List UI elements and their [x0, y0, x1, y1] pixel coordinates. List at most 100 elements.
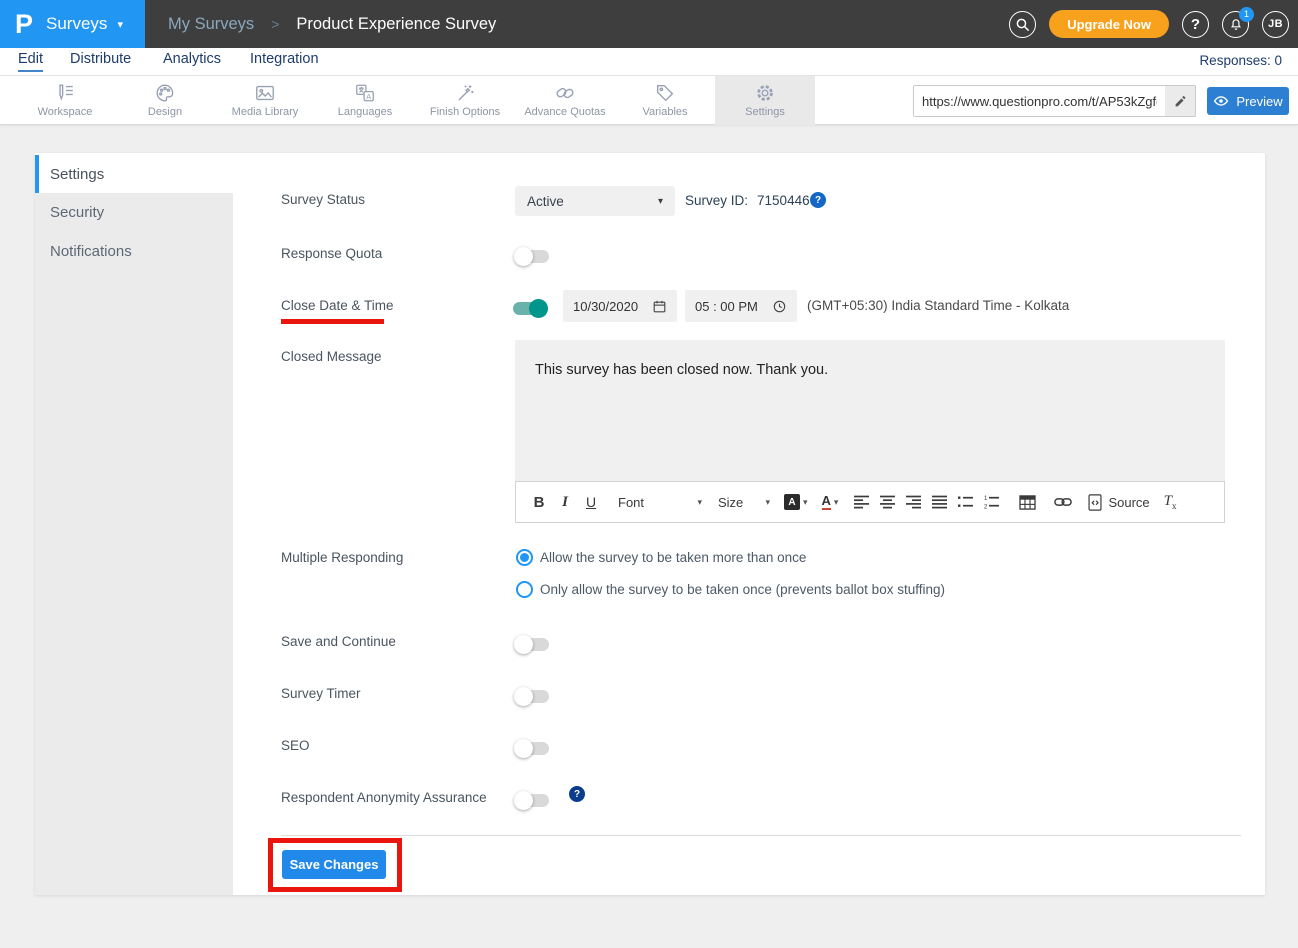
edit-url-button[interactable]: [1165, 86, 1195, 116]
survey-url-field: [913, 85, 1196, 117]
edit-toolbar: Workspace Design Media Library A Languag…: [0, 76, 1298, 125]
align-right-button[interactable]: [900, 489, 926, 515]
help-button[interactable]: ?: [1182, 11, 1209, 38]
toolbar-item-advance-quotas[interactable]: Advance Quotas: [515, 76, 615, 125]
numbered-list-button[interactable]: 12: [978, 489, 1004, 515]
font-family-dropdown[interactable]: Font ▾: [618, 495, 702, 510]
anonymity-help-icon[interactable]: ?: [569, 786, 585, 802]
radio-only-once-label: Only allow the survey to be taken once (…: [540, 580, 945, 600]
survey-status-label: Survey Status: [281, 190, 365, 210]
tab-distribute[interactable]: Distribute: [70, 51, 131, 70]
survey-status-select[interactable]: Active ▾: [515, 186, 675, 216]
closed-message-textarea[interactable]: This survey has been closed now. Thank y…: [515, 340, 1225, 481]
align-center-icon: [879, 495, 896, 509]
insert-table-button[interactable]: [1014, 489, 1040, 515]
bold-button[interactable]: B: [526, 489, 552, 515]
media-library-icon: [254, 82, 276, 104]
seo-toggle[interactable]: [515, 739, 549, 758]
toolbar-item-workspace[interactable]: Workspace: [15, 76, 115, 125]
breadcrumb-my-surveys[interactable]: My Surveys: [168, 15, 254, 34]
insert-link-button[interactable]: [1050, 489, 1076, 515]
toolbar-item-media-library[interactable]: Media Library: [215, 76, 315, 125]
close-date-value: 10/30/2020: [573, 299, 638, 314]
background-color-button[interactable]: A ▾: [784, 494, 808, 510]
annotation-red-box: [268, 838, 402, 892]
preview-button[interactable]: Preview: [1207, 87, 1289, 115]
close-time-picker[interactable]: 05 : 00 PM: [685, 290, 797, 322]
source-button[interactable]: Source: [1088, 494, 1149, 511]
underline-button[interactable]: U: [578, 489, 604, 515]
close-date-picker[interactable]: 10/30/2020: [563, 290, 677, 322]
align-justify-button[interactable]: [926, 489, 952, 515]
survey-id-group: Survey ID: 7150446: [685, 190, 810, 210]
calendar-icon: [652, 299, 667, 314]
clock-icon: [772, 299, 787, 314]
sidebar-item-security[interactable]: Security: [35, 193, 233, 232]
survey-id-label: Survey ID:: [685, 193, 748, 208]
sidebar-item-notifications[interactable]: Notifications: [35, 232, 233, 271]
upgrade-now-button[interactable]: Upgrade Now: [1049, 10, 1169, 38]
save-continue-label: Save and Continue: [281, 632, 396, 652]
questionpro-logo: P: [15, 11, 33, 38]
close-date-time-label: Close Date & Time: [281, 296, 394, 316]
anonymity-toggle[interactable]: [515, 791, 549, 810]
bullet-list-button[interactable]: [952, 489, 978, 515]
radio-allow-multiple[interactable]: [516, 549, 533, 566]
survey-status-value: Active: [527, 194, 564, 209]
italic-button[interactable]: I: [552, 489, 578, 515]
pencil-icon: [1174, 95, 1187, 108]
toolbar-item-variables[interactable]: Variables: [615, 76, 715, 125]
close-date-time-toggle[interactable]: [513, 299, 547, 318]
chain-links-icon: [554, 82, 576, 104]
bg-color-icon: A: [784, 494, 800, 510]
responses-count: Responses: 0: [1199, 53, 1282, 68]
text-color-button[interactable]: A ▾: [822, 494, 839, 510]
search-icon: [1015, 17, 1030, 32]
survey-url-input[interactable]: [914, 86, 1165, 116]
avatar-initials: JB: [1268, 18, 1283, 30]
table-icon: [1019, 495, 1036, 510]
tab-integration[interactable]: Integration: [250, 51, 319, 70]
response-quota-toggle[interactable]: [515, 247, 549, 266]
product-switcher[interactable]: P Surveys ▾: [0, 0, 145, 48]
languages-icon: A: [354, 82, 376, 104]
font-size-dropdown[interactable]: Size ▾: [718, 495, 770, 510]
user-avatar[interactable]: JB: [1262, 11, 1289, 38]
radio-allow-multiple-label: Allow the survey to be taken more than o…: [540, 548, 806, 568]
source-doc-icon: [1088, 494, 1102, 511]
gear-icon: [754, 82, 776, 104]
magic-wand-icon: [454, 82, 476, 104]
tab-analytics[interactable]: Analytics: [163, 51, 221, 70]
tag-icon: [654, 82, 676, 104]
questionpro-settings-page: P Surveys ▾ My Surveys > Product Experie…: [0, 0, 1298, 948]
numbered-list-icon: 12: [983, 495, 1000, 509]
breadcrumb-separator-icon: >: [271, 16, 279, 32]
tab-edit[interactable]: Edit: [18, 51, 43, 72]
notifications-button[interactable]: 1: [1222, 11, 1249, 38]
chevron-down-icon: ▾: [765, 497, 770, 508]
survey-id-value: 7150446: [757, 193, 810, 208]
closed-message-label: Closed Message: [281, 347, 382, 367]
survey-status-help-icon[interactable]: ?: [810, 192, 826, 208]
toolbar-item-finish-options[interactable]: Finish Options: [415, 76, 515, 125]
radio-only-once[interactable]: [516, 581, 533, 598]
toolbar-item-languages[interactable]: A Languages: [315, 76, 415, 125]
remove-format-button[interactable]: Tx: [1164, 493, 1177, 511]
align-center-button[interactable]: [874, 489, 900, 515]
svg-text:A: A: [366, 92, 371, 101]
header-actions: Upgrade Now ? 1 JB: [1009, 0, 1289, 48]
sidebar-item-settings[interactable]: Settings: [35, 155, 233, 193]
save-continue-toggle[interactable]: [515, 635, 549, 654]
svg-text:2: 2: [984, 505, 988, 510]
align-right-icon: [905, 495, 922, 509]
close-time-value: 05 : 00 PM: [695, 299, 758, 314]
toolbar-item-design[interactable]: Design: [115, 76, 215, 125]
toolbar-item-settings[interactable]: Settings: [715, 76, 815, 125]
chevron-down-icon: ▾: [803, 497, 808, 508]
survey-timer-toggle[interactable]: [515, 687, 549, 706]
section-tabs: Edit Distribute Analytics Integration Re…: [0, 48, 1298, 76]
search-button[interactable]: [1009, 11, 1036, 38]
chevron-down-icon: ▾: [834, 497, 839, 508]
align-left-button[interactable]: [848, 489, 874, 515]
survey-timer-label: Survey Timer: [281, 684, 361, 704]
